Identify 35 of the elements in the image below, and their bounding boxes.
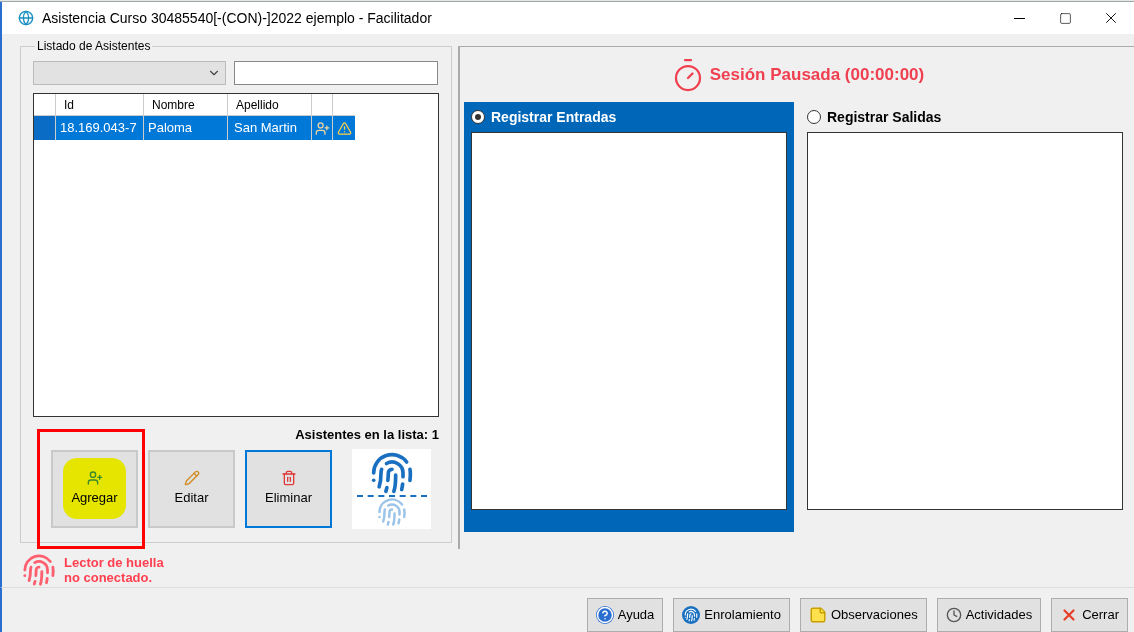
action-button[interactable]: Eliminar (245, 449, 332, 528)
mode-radio[interactable]: Registrar Salidas (807, 102, 1123, 132)
minimize-icon (1013, 17, 1025, 19)
window-title: Asistencia Curso 30485540[-(CON)-]2022 ejemplo - Facilitador (42, 8, 432, 28)
table-cell: San Martin (228, 116, 312, 140)
action-button[interactable]: Agregar (51, 449, 138, 528)
session-status: Sesión Pausada (00:00:00) (709, 63, 925, 86)
attendee-row[interactable]: 18.169.043-7 Paloma San Martin (34, 116, 355, 140)
search-field[interactable] (234, 61, 438, 85)
app-icon (18, 10, 34, 26)
row-header[interactable] (34, 116, 56, 140)
maximize-icon (1058, 11, 1072, 25)
footer-button[interactable]: Ayuda (586, 598, 664, 632)
table-cell: Paloma (144, 116, 228, 140)
reader-status: no conectado. (64, 570, 154, 585)
note-icon (808, 606, 827, 624)
fingerprint-error-icon (22, 553, 56, 587)
footer-button[interactable]: Observaciones (799, 598, 927, 632)
warning-icon[interactable] (336, 120, 352, 136)
reader-status: Lector de huella (64, 555, 164, 570)
attendee-count: Asistentes en la lista: 1 (295, 426, 439, 444)
footer-button[interactable]: Actividades (936, 598, 1042, 632)
user-add-icon (86, 469, 103, 486)
pencil-icon (183, 469, 200, 486)
table-cell: 18.169.043-7 (56, 116, 144, 140)
clock-icon (945, 607, 962, 623)
mode-radio[interactable]: Registrar Entradas (471, 102, 787, 132)
footer-button[interactable]: Enrolamiento (673, 598, 790, 632)
fingerprint-icon (682, 606, 701, 624)
help-icon (595, 606, 614, 624)
trash-icon (280, 469, 297, 486)
footer-button[interactable]: Cerrar (1051, 598, 1128, 632)
group-legend: Listado de Asistentes (35, 39, 153, 53)
user-add-icon[interactable] (314, 120, 330, 136)
action-button[interactable]: Editar (148, 449, 235, 528)
